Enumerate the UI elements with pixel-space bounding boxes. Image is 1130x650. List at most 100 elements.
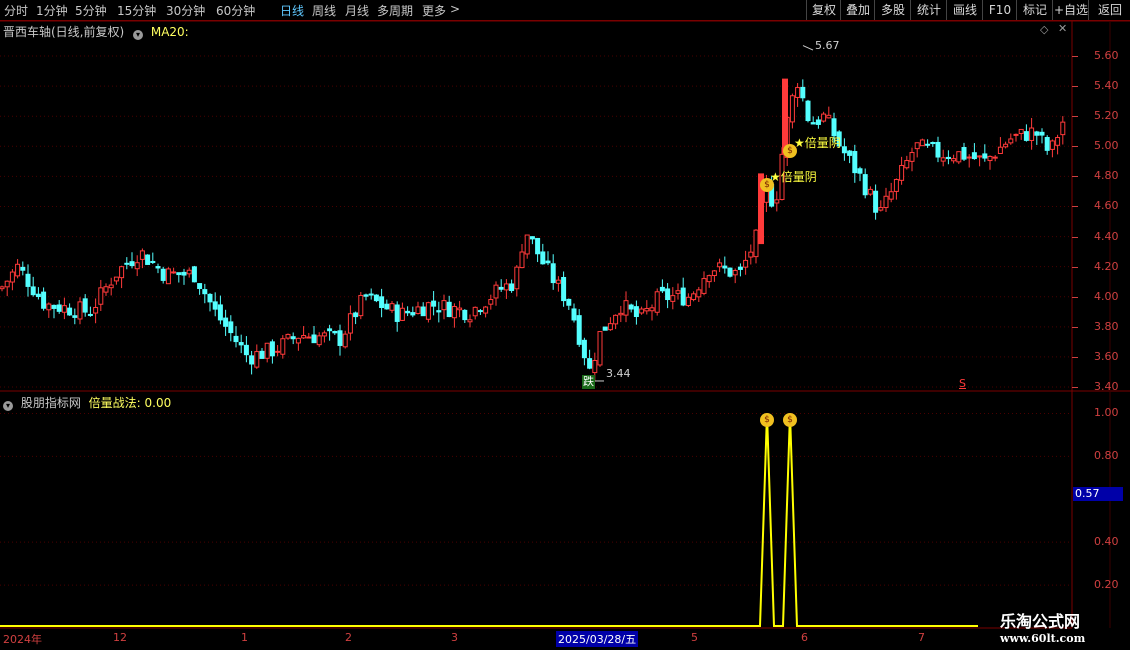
tick-mark [1072,266,1078,268]
candle [691,291,697,302]
tick-mark [1072,296,1078,298]
candle [15,259,21,279]
dropdown-icon[interactable]: ▾ [133,30,144,40]
candle [685,293,691,308]
indicator-chart[interactable] [0,392,1072,628]
candle [301,326,307,339]
candle [555,276,561,292]
candle [98,279,104,311]
candle [503,279,509,299]
tick-mark [1072,146,1078,148]
money-bag-icon: $ [783,144,797,158]
price-tick-label: 4.20 [1094,259,1119,273]
close-icon[interactable]: ✕ [1058,22,1067,35]
candle [243,336,249,363]
candle [977,155,983,167]
candle [1034,130,1040,145]
candle [1008,133,1014,145]
candle [399,302,405,321]
candle [867,186,873,196]
candle [618,305,624,323]
candle [217,295,223,325]
candle [529,236,535,245]
candle [654,288,660,316]
date-tick-label: 1 [241,631,248,644]
candle [992,155,998,162]
candle [176,272,182,283]
candle [753,229,759,264]
candle [815,116,821,129]
diamond-icon[interactable]: ◇ [1040,23,1048,36]
candle [509,279,515,293]
main-panel-header: 晋西车轴(日线,前复权) ▾ MA20: [3,23,189,40]
candle [535,237,541,263]
candle [4,280,10,297]
tick-mark [1072,86,1078,88]
price-tick-label: 4.40 [1094,229,1119,243]
candle [134,255,140,277]
candle [290,332,296,345]
date-tick-label: 12 [113,631,127,644]
candle [727,267,733,278]
candle [649,304,655,321]
candle [893,178,899,200]
candle [800,79,806,102]
candlestick-chart[interactable] [0,38,1072,390]
candle [571,303,577,323]
candle [389,301,395,313]
candle [280,335,286,359]
candle [1060,116,1066,145]
candle [940,149,946,167]
candle [425,301,431,323]
candle [436,301,442,323]
candle [165,267,171,285]
candle [358,291,364,320]
candle [285,333,291,340]
stock-title[interactable]: 晋西车轴(日线,前复权) [3,25,124,39]
price-tick-label: 5.20 [1094,109,1119,123]
candle [982,144,988,162]
candle [951,154,957,164]
candle [966,154,972,168]
candle [847,149,853,164]
candle [987,155,993,170]
candle [321,330,327,343]
candle [914,142,920,158]
candle [451,303,457,328]
candle [457,300,463,318]
candle [145,254,151,265]
candle [737,263,743,277]
sub-panel-title[interactable]: 股朋指标网 [21,396,81,410]
candle [119,265,125,289]
candle [41,287,47,311]
candle [862,168,868,199]
candle [67,303,73,316]
candle [254,344,260,369]
candle [540,243,546,265]
candle [197,283,203,295]
candle [852,144,858,183]
candle [493,281,499,306]
candle [1029,117,1035,150]
candle [899,156,905,185]
candle [602,326,608,331]
tick-mark [1072,236,1078,238]
candle [228,315,234,342]
candle [249,350,255,375]
dropdown-icon[interactable]: ▾ [3,401,13,411]
candle [46,302,52,318]
money-bag-icon: $ [760,413,774,427]
price-tick-label: 3.60 [1094,349,1119,363]
candle [826,106,832,119]
candle [347,305,353,341]
candle [519,244,525,269]
high-marker-line [802,45,814,51]
candle [680,277,686,307]
candle [722,256,728,274]
indicator-tick-label: 0.80 [1094,449,1119,463]
date-tick-label: 2024年 [3,633,42,646]
candle [597,331,603,367]
candle [576,309,582,347]
date-tick-label: 5 [691,631,698,644]
date-tick-label: 6 [801,631,808,644]
